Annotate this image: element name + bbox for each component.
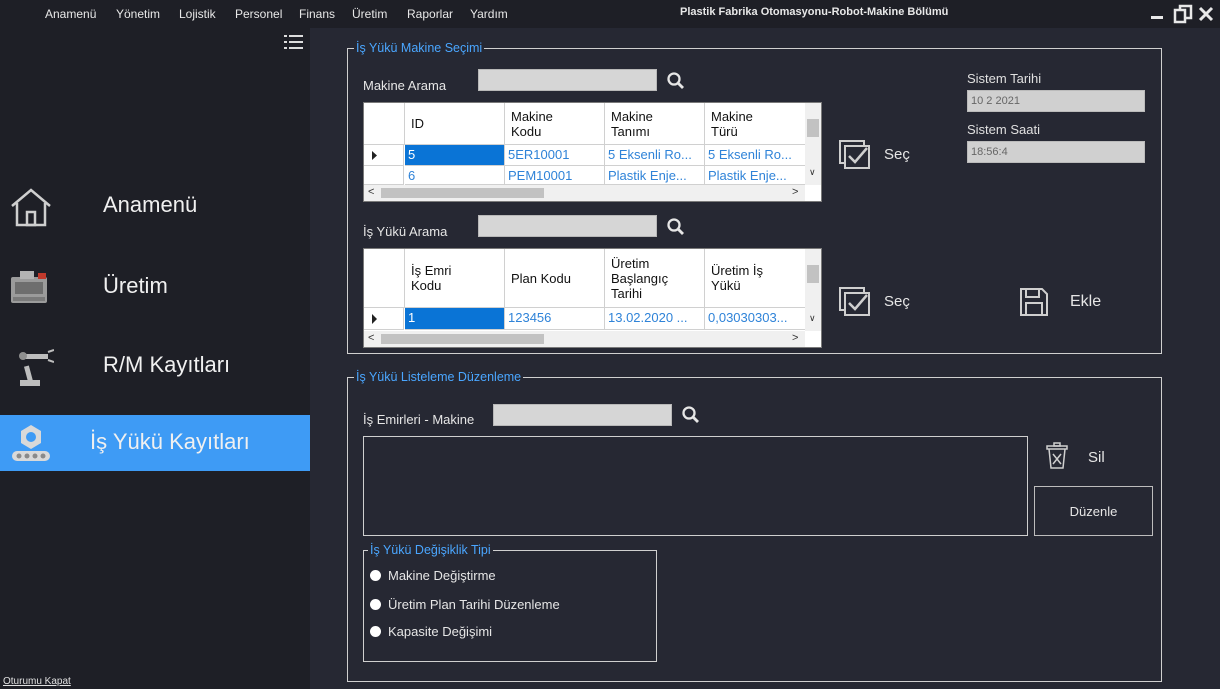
radio-label: Kapasite Değişimi: [388, 624, 493, 639]
delete-button[interactable]: Sil: [1045, 442, 1115, 474]
work-orders-search-label: İş Emirleri - Makine: [363, 412, 475, 427]
select-machine-button[interactable]: Seç: [838, 137, 918, 171]
radio-label: Makine Değiştirme: [388, 568, 496, 583]
select-workload-button[interactable]: Seç: [838, 284, 918, 318]
group-legend: İş Yükü Makine Seçimi: [354, 41, 485, 55]
table-cell[interactable]: 5 Eksenli Ro...: [705, 145, 807, 166]
add-button[interactable]: Ekle: [1018, 286, 1108, 320]
vertical-scrollbar[interactable]: ∨: [805, 249, 821, 331]
column-header[interactable]: İş Emri Kodu: [405, 249, 505, 308]
table-cell[interactable]: 5ER10001: [505, 145, 605, 166]
table-cell[interactable]: Plastik Enje...: [705, 166, 807, 185]
system-time-label: Sistem Saati: [967, 122, 1040, 137]
minimize-icon[interactable]: [1148, 3, 1170, 25]
table-cell[interactable]: PEM10001: [505, 166, 605, 185]
workload-search-input[interactable]: [478, 215, 657, 237]
menu-anamenu[interactable]: Anamenü: [45, 7, 96, 21]
edit-button[interactable]: Düzenle: [1034, 486, 1153, 536]
table-cell[interactable]: 5 Eksenli Ro...: [605, 145, 705, 166]
column-header[interactable]: Makine Kodu: [505, 103, 605, 145]
system-date-label: Sistem Tarihi: [967, 71, 1042, 86]
radio-button[interactable]: [370, 570, 381, 581]
menu-finans[interactable]: Finans: [299, 7, 335, 21]
select-button-label: Seç: [884, 293, 910, 310]
system-date-field: 10 2 2021: [967, 90, 1145, 112]
menu-personel[interactable]: Personel: [235, 7, 282, 21]
search-icon[interactable]: [666, 71, 686, 91]
group-legend: İş Yükü Değişiklik Tipi: [368, 543, 493, 557]
column-header[interactable]: Üretim Başlangıç Tarihi: [605, 249, 705, 308]
row-header[interactable]: [364, 145, 404, 166]
radio-button[interactable]: [370, 626, 381, 637]
table-cell[interactable]: Plastik Enje...: [605, 166, 705, 185]
logout-link[interactable]: Oturumu Kapat: [3, 676, 71, 687]
menu-list-icon[interactable]: [282, 32, 306, 52]
system-time-field: 18:56:4: [967, 141, 1145, 163]
sidebar-item-label: Üretim: [103, 273, 168, 298]
add-button-label: Ekle: [1070, 293, 1102, 310]
sidebar-item-label: R/M Kayıtları: [103, 352, 231, 377]
save-floppy-icon: [1020, 288, 1048, 316]
menu-yardim[interactable]: Yardım: [470, 7, 508, 21]
table-cell[interactable]: 13.02.2020 ...: [605, 308, 705, 330]
sidebar-item-label: Anamenü: [103, 192, 198, 217]
table-cell[interactable]: 123456: [505, 308, 605, 330]
table-cell[interactable]: 5: [405, 145, 505, 166]
home-icon: [8, 184, 54, 228]
work-orders-list[interactable]: [363, 436, 1028, 536]
sidebar-item-is-yuku-kayitlari[interactable]: İş Yükü Kayıtları: [0, 415, 310, 471]
workload-grid: İş Emri Kodu Plan Kodu Üretim Başlangıç …: [363, 248, 822, 348]
vertical-scrollbar[interactable]: ∨: [805, 103, 821, 185]
horizontal-scrollbar[interactable]: < >: [364, 185, 805, 201]
factory-machine-icon: [8, 265, 54, 309]
sidebar-item-rm-kayitlari[interactable]: R/M Kayıtları: [0, 338, 310, 394]
menu-lojistik[interactable]: Lojistik: [179, 7, 216, 21]
grid-corner: [364, 103, 405, 145]
radio-button[interactable]: [370, 599, 381, 610]
checkbox-icon: [839, 140, 870, 169]
column-header[interactable]: Makine Tanımı: [605, 103, 705, 145]
column-header[interactable]: Üretim İş Yükü: [705, 249, 807, 308]
horizontal-scrollbar[interactable]: < >: [364, 331, 805, 347]
title-bar: Anamenü Yönetim Lojistik Personel Finans…: [0, 0, 1220, 28]
restore-icon[interactable]: [1172, 3, 1194, 25]
machine-grid: ID Makine Kodu Makine Tanımı Makine Türü…: [363, 102, 822, 202]
conveyor-gear-icon: [8, 421, 54, 465]
column-header[interactable]: ID: [405, 103, 505, 145]
radio-label: Üretim Plan Tarihi Düzenleme: [388, 597, 560, 612]
trash-icon: [1046, 442, 1068, 469]
workload-search-label: İş Yükü Arama: [363, 224, 448, 239]
sidebar: Anamenü Üretim R/M Kayıtları İş Yükü Kay…: [0, 28, 310, 689]
sidebar-item-anamenu[interactable]: Anamenü: [0, 178, 310, 234]
group-legend: İş Yükü Listeleme Düzenleme: [354, 370, 524, 384]
work-orders-search-input[interactable]: [493, 404, 672, 426]
column-header[interactable]: Plan Kodu: [505, 249, 605, 308]
row-header[interactable]: [364, 308, 404, 330]
robot-arm-icon: [8, 344, 55, 388]
checkbox-icon: [839, 287, 870, 316]
table-cell[interactable]: 6: [405, 166, 505, 185]
delete-button-label: Sil: [1088, 449, 1105, 466]
search-icon[interactable]: [681, 405, 701, 425]
row-header[interactable]: [364, 166, 404, 185]
menu-yonetim[interactable]: Yönetim: [116, 7, 160, 21]
sidebar-item-label: İş Yükü Kayıtları: [90, 429, 250, 454]
machine-search-label: Makine Arama: [363, 78, 447, 93]
window-title: Plastik Fabrika Otomasyonu-Robot-Makine …: [680, 6, 949, 18]
search-icon[interactable]: [666, 217, 686, 237]
grid-corner: [364, 249, 405, 308]
menu-raporlar[interactable]: Raporlar: [407, 7, 453, 21]
column-header[interactable]: Makine Türü: [705, 103, 807, 145]
select-button-label: Seç: [884, 146, 910, 163]
menu-uretim[interactable]: Üretim: [352, 7, 387, 21]
table-cell[interactable]: 1: [405, 308, 505, 330]
sidebar-item-uretim[interactable]: Üretim: [0, 259, 310, 315]
machine-search-input[interactable]: [478, 69, 657, 91]
table-cell[interactable]: 0,03030303...: [705, 308, 807, 330]
close-icon[interactable]: [1196, 3, 1218, 25]
